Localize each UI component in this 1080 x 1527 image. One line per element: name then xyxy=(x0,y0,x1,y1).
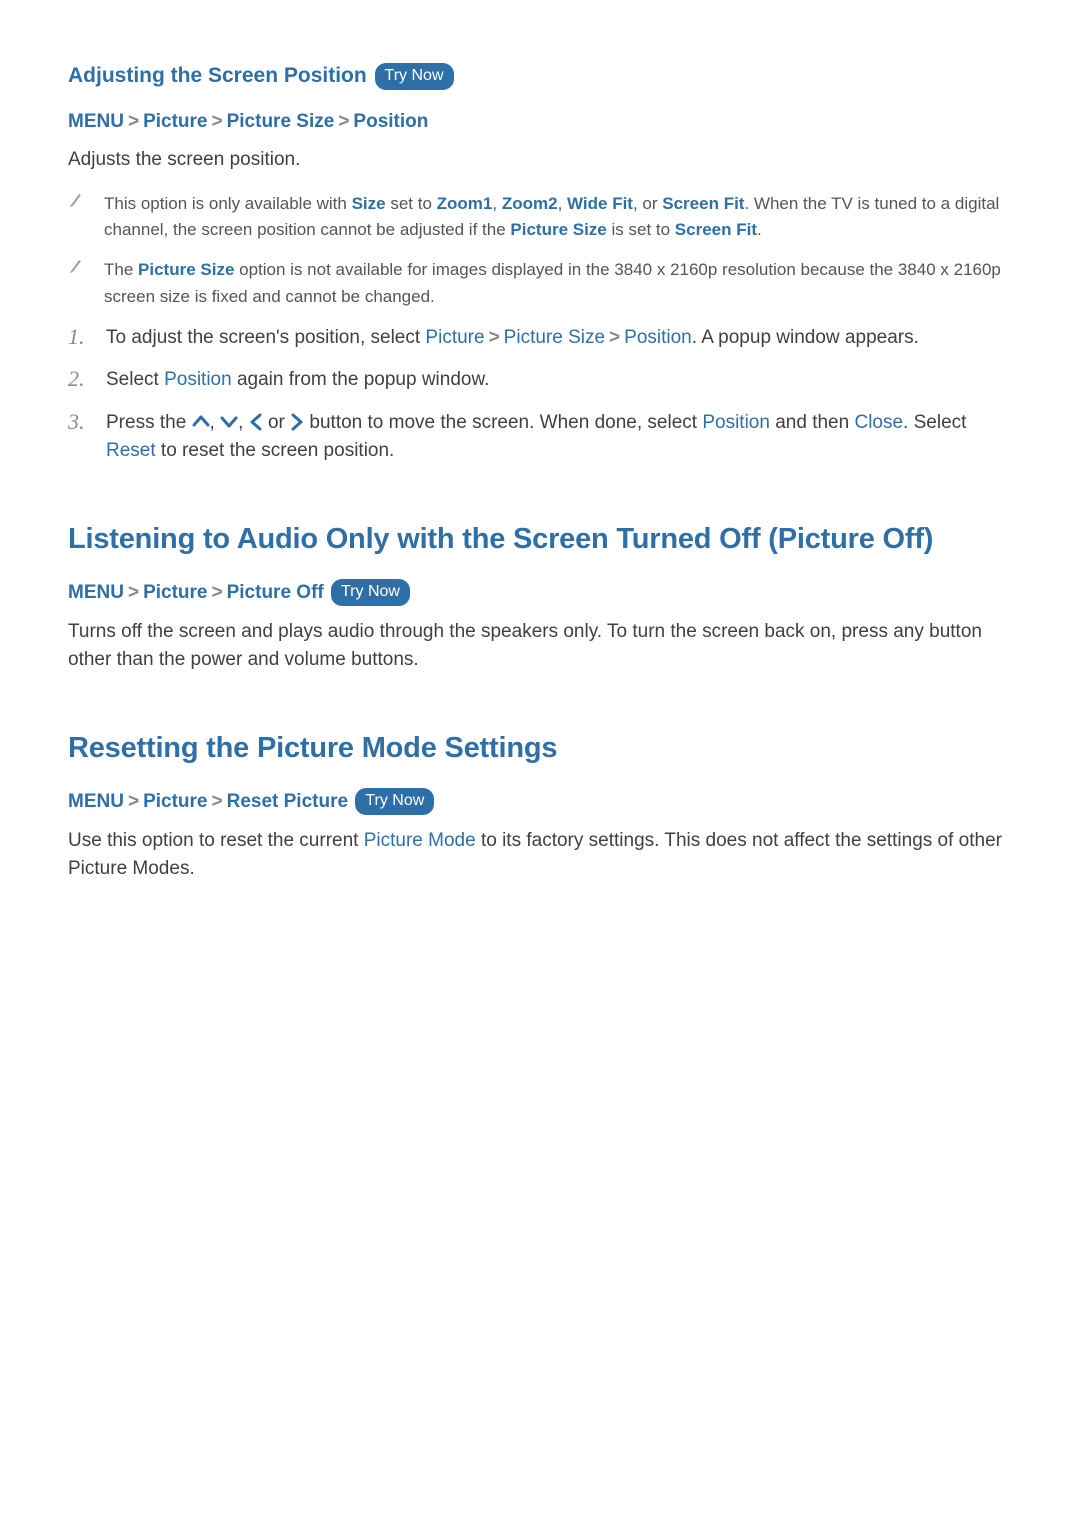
note-1: This option is only available with Size … xyxy=(68,191,1012,244)
section-picture-off: Listening to Audio Only with the Screen … xyxy=(68,518,1012,675)
chevron-right-icon: > xyxy=(207,791,226,812)
try-now-badge[interactable]: Try Now xyxy=(331,579,410,606)
crumb-position: Position xyxy=(353,111,428,132)
heading-picture-off: Listening to Audio Only with the Screen … xyxy=(68,518,1012,562)
subheading-text: Adjusting the Screen Position xyxy=(68,64,367,87)
body-text: Use this option to reset the current Pic… xyxy=(68,827,1012,884)
note-icon xyxy=(68,257,86,274)
chevron-right-icon: > xyxy=(207,582,226,603)
subheading-adjust: Adjusting the Screen Position Try Now xyxy=(68,60,1012,92)
section-adjust-position: Adjusting the Screen Position Try Now ME… xyxy=(68,60,1012,466)
chevron-right-icon: > xyxy=(124,582,143,603)
chevron-right-icon: > xyxy=(334,111,353,132)
up-arrow-icon xyxy=(192,413,210,431)
note-2: The Picture Size option is not available… xyxy=(68,257,1012,310)
crumb-reset-picture: Reset Picture xyxy=(227,791,348,812)
left-arrow-icon xyxy=(249,413,263,431)
note-icon xyxy=(68,191,86,208)
try-now-badge[interactable]: Try Now xyxy=(375,63,454,90)
down-arrow-icon xyxy=(220,413,238,431)
breadcrumb: MENU>Picture>Picture Off Try Now xyxy=(68,579,1012,608)
chevron-right-icon: > xyxy=(124,111,143,132)
crumb-picture-size: Picture Size xyxy=(227,111,335,132)
section-reset-picture: Resetting the Picture Mode Settings MENU… xyxy=(68,727,1012,884)
note-text: The Picture Size option is not available… xyxy=(104,257,1012,310)
crumb-picture: Picture xyxy=(143,791,207,812)
step-2: Select Position again from the popup win… xyxy=(68,366,1012,395)
chevron-right-icon: > xyxy=(605,327,624,348)
crumb-menu: MENU xyxy=(68,791,124,812)
crumb-picture: Picture xyxy=(143,582,207,603)
intro-text: Adjusts the screen position. xyxy=(68,146,1012,175)
note-text: This option is only available with Size … xyxy=(104,191,1012,244)
step-list: To adjust the screen's position, select … xyxy=(68,324,1012,466)
breadcrumb: MENU>Picture>Picture Size>Position xyxy=(68,108,1012,137)
chevron-right-icon: > xyxy=(207,111,226,132)
crumb-picture: Picture xyxy=(143,111,207,132)
try-now-badge[interactable]: Try Now xyxy=(355,788,434,815)
right-arrow-icon xyxy=(290,413,304,431)
heading-reset-picture: Resetting the Picture Mode Settings xyxy=(68,727,1012,771)
crumb-picture-off: Picture Off xyxy=(227,582,324,603)
crumb-menu: MENU xyxy=(68,582,124,603)
step-1: To adjust the screen's position, select … xyxy=(68,324,1012,353)
chevron-right-icon: > xyxy=(485,327,504,348)
breadcrumb: MENU>Picture>Reset Picture Try Now xyxy=(68,788,1012,817)
chevron-right-icon: > xyxy=(124,791,143,812)
crumb-menu: MENU xyxy=(68,111,124,132)
body-text: Turns off the screen and plays audio thr… xyxy=(68,618,1012,675)
step-3: Press the , , or button to move the scre… xyxy=(68,409,1012,466)
